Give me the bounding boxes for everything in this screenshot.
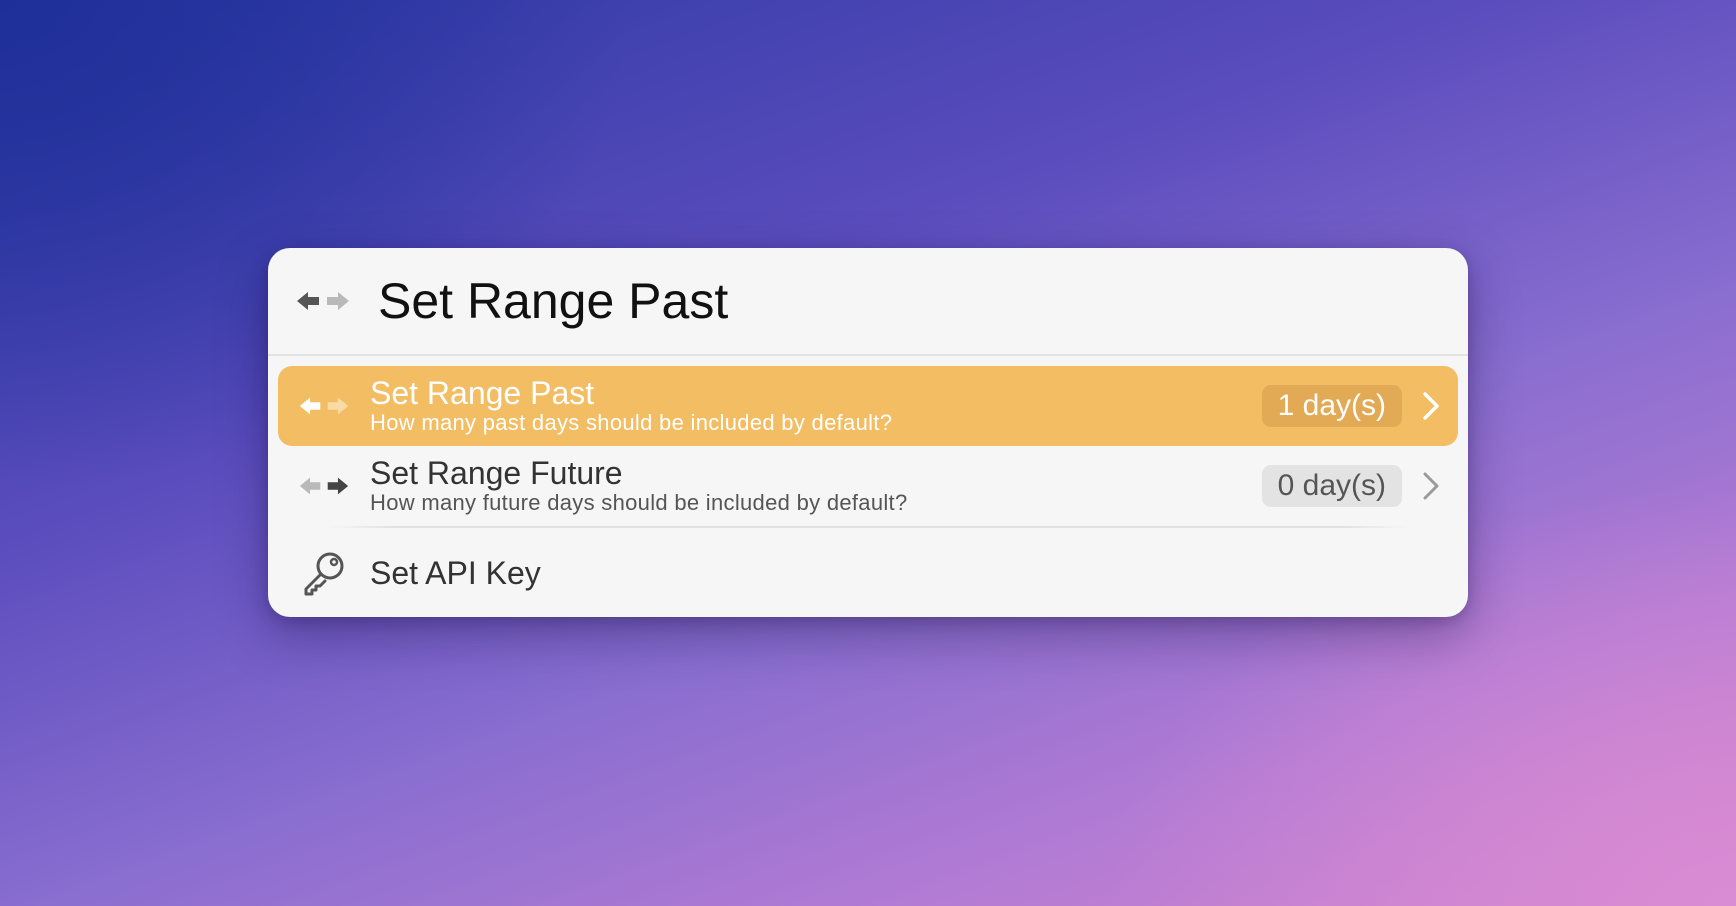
search-input[interactable] [378, 272, 1378, 330]
value-badge: 0 day(s) [1261, 465, 1402, 507]
arrows-left-right-icon [299, 397, 349, 415]
item-subtitle: How many past days should be included by… [370, 410, 893, 435]
item-subtitle: How many future days should be included … [370, 490, 908, 515]
row-icon [278, 550, 370, 596]
key-icon [304, 552, 344, 596]
chevron-right-icon[interactable] [1414, 471, 1448, 501]
results-list: Set Range Past How many past days should… [268, 356, 1468, 617]
item-title: Set Range Future [370, 455, 623, 491]
arrows-left-right-icon [297, 292, 349, 310]
value-badge: 1 day(s) [1261, 385, 1402, 427]
list-item-set-range-future[interactable]: Set Range Future How many future days sh… [278, 446, 1458, 526]
item-title: Set API Key [370, 555, 541, 591]
row-icon [278, 473, 370, 499]
arrows-left-right-icon [299, 477, 349, 495]
item-title: Set Range Past [370, 375, 595, 411]
search-bar [268, 248, 1468, 356]
list-item-set-range-past[interactable]: Set Range Past How many past days should… [278, 366, 1458, 446]
launcher-window: Set Range Past How many past days should… [268, 248, 1468, 617]
list-item-set-api-key[interactable]: Set API Key [278, 528, 1458, 617]
row-icon [278, 393, 370, 419]
search-bar-icon [268, 287, 378, 315]
chevron-right-icon[interactable] [1414, 391, 1448, 421]
